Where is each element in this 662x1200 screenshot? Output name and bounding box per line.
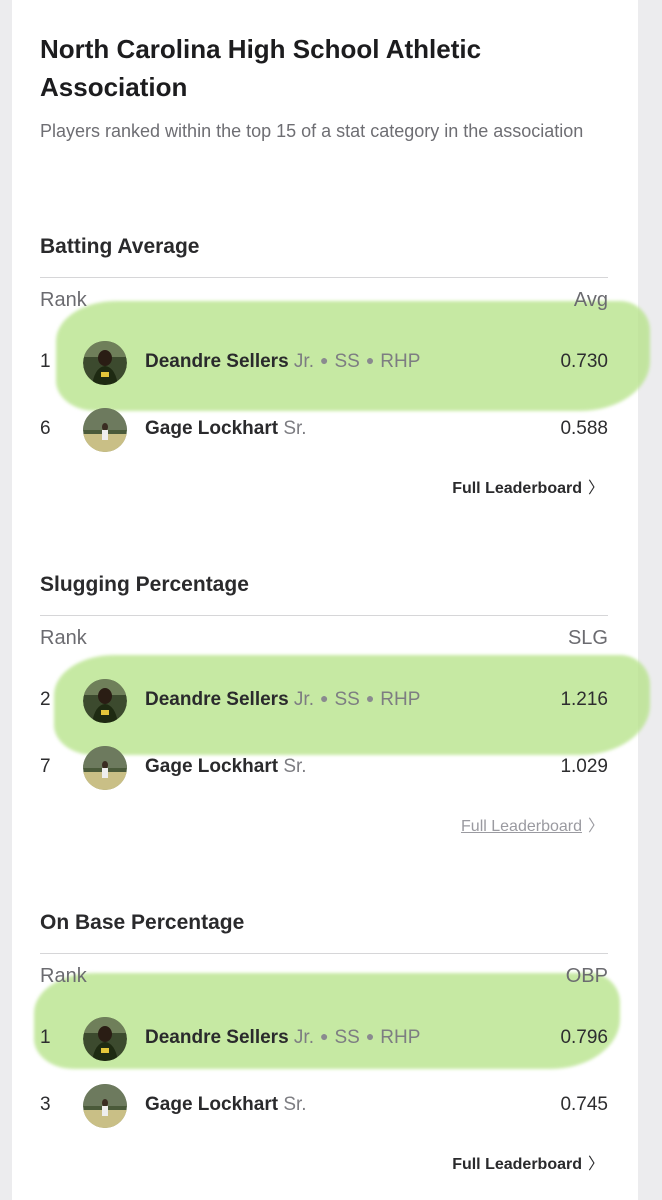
- rank-value: 6: [40, 418, 51, 439]
- leaderboard-row[interactable]: 7 Gage Lockhart Sr. 1.029: [40, 744, 608, 792]
- player-name[interactable]: Deandre Sellers: [145, 351, 289, 372]
- leaderboard-row[interactable]: 2 Deandre Sellers Jr. ● SS ● RHP 1.216: [40, 677, 608, 725]
- chevron-right-icon: 〉: [587, 1156, 604, 1173]
- dot-separator-icon: ●: [365, 352, 375, 368]
- rank-column-header: Rank: [40, 289, 87, 311]
- section-divider: [40, 277, 608, 278]
- stat-column-header: Avg: [573, 289, 608, 311]
- player-name[interactable]: Gage Lockhart: [145, 756, 278, 777]
- full-leaderboard-label[interactable]: Full Leaderboard: [452, 480, 582, 497]
- player-name[interactable]: Gage Lockhart: [145, 1094, 278, 1115]
- dot-separator-icon: ●: [319, 1028, 329, 1044]
- section-on-base-percentage: On Base Percentage Rank OBP 1 Deandre Se…: [34, 909, 620, 1199]
- full-leaderboard-link[interactable]: Full Leaderboard 〉: [461, 812, 604, 836]
- avatar: [83, 1017, 127, 1061]
- chevron-right-icon: 〉: [587, 818, 604, 835]
- section-batting-average: Batting Average Rank Avg 1 Deandre Selle…: [40, 233, 650, 523]
- stat-value: 0.730: [560, 351, 608, 372]
- full-leaderboard-label[interactable]: Full Leaderboard: [452, 1156, 582, 1173]
- section-title: Slugging Percentage: [40, 573, 249, 596]
- stat-value: 0.796: [560, 1027, 608, 1048]
- stat-value: 0.745: [560, 1094, 608, 1115]
- rank-column-header: Rank: [40, 627, 87, 649]
- player-name-line[interactable]: Deandre Sellers Jr. ● SS ● RHP: [145, 351, 420, 373]
- avatar: [83, 1084, 127, 1128]
- player-class: Jr.: [293, 689, 314, 710]
- leaderboard-row[interactable]: 1 Deandre Sellers Jr. ● SS ● RHP 0.730: [40, 339, 608, 387]
- player-position: SS: [334, 689, 360, 710]
- player-class: Sr.: [283, 756, 307, 777]
- player-name[interactable]: Deandre Sellers: [145, 689, 289, 710]
- full-leaderboard-link[interactable]: Full Leaderboard 〉: [452, 474, 604, 498]
- player-position: RHP: [380, 1027, 421, 1048]
- section-divider: [40, 615, 608, 616]
- stat-value: 1.029: [560, 756, 608, 777]
- dot-separator-icon: ●: [365, 690, 375, 706]
- player-name-line[interactable]: Deandre Sellers Jr. ● SS ● RHP: [145, 1027, 420, 1049]
- stat-value: 0.588: [560, 418, 608, 439]
- player-name-line[interactable]: Deandre Sellers Jr. ● SS ● RHP: [145, 689, 420, 711]
- avatar: [83, 341, 127, 385]
- avatar: [83, 408, 127, 452]
- chevron-right-icon: 〉: [587, 480, 604, 497]
- player-class: Sr.: [283, 418, 307, 439]
- avatar: [83, 679, 127, 723]
- rank-value: 1: [40, 1027, 51, 1048]
- player-name[interactable]: Gage Lockhart: [145, 418, 278, 439]
- full-leaderboard-link[interactable]: Full Leaderboard 〉: [452, 1150, 604, 1174]
- stat-value: 1.216: [560, 689, 608, 710]
- page-subtitle: Players ranked within the top 15 of a st…: [40, 121, 584, 141]
- leaderboard-row[interactable]: 3 Gage Lockhart Sr. 0.745: [40, 1082, 608, 1130]
- dot-separator-icon: ●: [365, 1028, 375, 1044]
- rank-value: 7: [40, 756, 51, 777]
- full-leaderboard-label[interactable]: Full Leaderboard: [461, 818, 582, 835]
- section-divider: [40, 953, 608, 954]
- section-slugging-percentage: Slugging Percentage Rank SLG 2 Deandre S…: [40, 571, 650, 861]
- rank-value: 1: [40, 351, 51, 372]
- rank-value: 2: [40, 689, 51, 710]
- player-position: RHP: [380, 689, 421, 710]
- leaderboard-row[interactable]: 6 Gage Lockhart Sr. 0.588: [40, 406, 608, 454]
- stat-column-header: OBP: [565, 965, 608, 987]
- player-class: Jr.: [293, 1027, 314, 1048]
- rank-column-header: Rank: [40, 965, 87, 987]
- association-card: North Carolina High School Athletic Asso…: [12, 0, 650, 1200]
- page-title: North Carolina High School Athletic Asso…: [40, 34, 482, 102]
- player-position: SS: [334, 1027, 360, 1048]
- avatar: [83, 746, 127, 790]
- player-name[interactable]: Deandre Sellers: [145, 1027, 289, 1048]
- dot-separator-icon: ●: [319, 690, 329, 706]
- player-position: RHP: [380, 351, 421, 372]
- player-name-line[interactable]: Gage Lockhart Sr.: [145, 418, 307, 440]
- rank-value: 3: [40, 1094, 51, 1115]
- section-title: On Base Percentage: [40, 911, 245, 934]
- player-name-line[interactable]: Gage Lockhart Sr.: [145, 1094, 307, 1116]
- player-name-line[interactable]: Gage Lockhart Sr.: [145, 756, 307, 778]
- player-class: Jr.: [293, 351, 314, 372]
- section-title: Batting Average: [40, 235, 200, 258]
- player-position: SS: [334, 351, 360, 372]
- dot-separator-icon: ●: [319, 352, 329, 368]
- leaderboard-row[interactable]: 1 Deandre Sellers Jr. ● SS ● RHP 0.796: [40, 1015, 608, 1063]
- player-class: Sr.: [283, 1094, 307, 1115]
- stat-column-header: SLG: [567, 627, 608, 649]
